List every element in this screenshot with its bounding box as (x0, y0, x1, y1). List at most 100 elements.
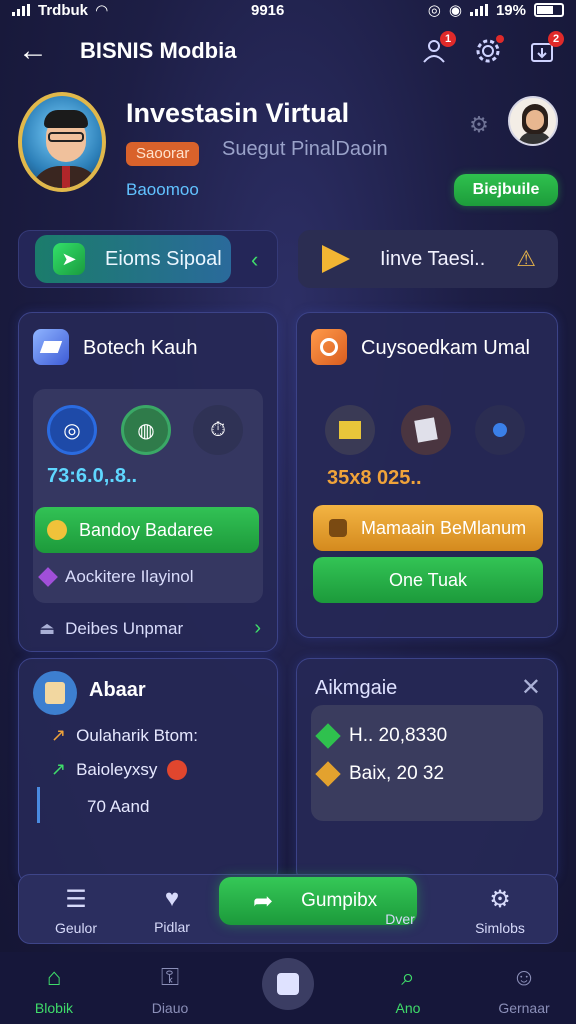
card-bottom-left: Abaar ↗ Oulaharik Btom: ↗ Baioleyxsy 70 … (18, 658, 278, 884)
tab-investasi[interactable]: Iinve Taesi.. ⚠ (298, 230, 558, 288)
action-item-2[interactable]: ♥ Pidlar (127, 885, 217, 935)
notification-badge: 1 (440, 31, 456, 47)
signal-icon (12, 4, 30, 16)
settings-dot (496, 35, 504, 43)
divider-bar (37, 787, 40, 823)
tab-active[interactable]: ➤ Eioms Sipoal (35, 235, 231, 283)
card-bottom-right-title: Aikmgaie (315, 677, 398, 699)
user-avatar[interactable] (508, 96, 558, 146)
alarm-icon: ◎ (427, 2, 441, 19)
stat-line-1-text: Oulaharik Btom: (76, 725, 198, 745)
search-icon: ⌕ (401, 964, 415, 991)
tab-home-label: Blobik (34, 1000, 74, 1016)
gem-icon (38, 567, 58, 587)
download-badge: 2 (548, 31, 564, 47)
row-2-text: Baix, 20 32 (349, 763, 445, 784)
action-item-5[interactable]: ⚙ Simlobs (455, 885, 545, 936)
shield-icon (329, 519, 347, 537)
status-time: 9916 (250, 1, 285, 19)
tab-home[interactable]: ⌂ Blobik (14, 964, 94, 1016)
tab-profile[interactable]: ☺ Gernaar (484, 964, 564, 1016)
chevron-left-icon[interactable]: ‹ (251, 247, 258, 273)
back-arrow-icon[interactable]: ← (18, 34, 58, 68)
tab-lock[interactable]: ⚿ Diauo (130, 964, 210, 1016)
tab-investasi-label: Iinve Taesi.. (380, 247, 486, 270)
trend-up-icon: ↗ (51, 725, 67, 745)
page-title: BISNIS Modbia (80, 38, 237, 63)
main-balance-button[interactable]: Mamaain BeMlanum (313, 505, 543, 551)
tab-left: ➤ Eioms Sipoal ‹ (18, 230, 278, 288)
coin-icon[interactable]: ◍ (121, 405, 171, 455)
profile-icon: ☺ (511, 964, 537, 991)
primary-action-label: Gumpibx (301, 890, 378, 911)
document-icon[interactable] (401, 405, 451, 455)
card-bottom-right-inner: H.. 20,8330 Baix, 20 32 (311, 705, 543, 821)
download-button[interactable]: 2 (526, 31, 564, 67)
action-item-4[interactable]: Dver (355, 911, 445, 927)
one-tuak-label: One Tuak (388, 569, 468, 590)
status-bar: Trdbuk ◠ 9916 ◎ ◉ 19% (0, 0, 576, 20)
target-icon[interactable]: ◎ (47, 405, 97, 455)
profile-section: Investasin Virtual Saoorar Suegut PinalD… (18, 92, 558, 206)
action-item-1[interactable]: ☰ Geulor (31, 885, 121, 936)
portfolio-icon (33, 329, 69, 365)
leaf-icon: ➤ (53, 243, 85, 275)
green-gem-icon (315, 723, 341, 749)
status-left: Trdbuk ◠ (12, 1, 108, 19)
action-item-5-label: Simlobs (475, 920, 525, 936)
profile-action-button[interactable]: Biejbuile (454, 174, 558, 206)
bottom-tab-bar: ⌂ Blobik ⚿ Diauo ⌕ Ano ☺ Gernaar (0, 952, 576, 1024)
alert-dot-icon (167, 759, 188, 780)
user-alert-button[interactable]: 1 (418, 31, 456, 67)
stat-line-1: ↗ Oulaharik Btom: (51, 725, 198, 746)
stat-line-2: ↗ Baioleyxsy (51, 759, 188, 780)
list-icon: ☰ (65, 886, 87, 913)
tab-lock-label: Diauo (151, 1000, 189, 1016)
card-left-footer-text: Deibes Unpmar (65, 618, 184, 638)
close-icon[interactable]: ✕ (521, 673, 541, 702)
warning-icon: ⚠ (516, 246, 536, 271)
timer-icon[interactable]: ⏱ (193, 405, 243, 455)
balance-button[interactable]: Bandoy Badaree (35, 507, 259, 553)
gear-small-icon: ⚙ (489, 886, 511, 913)
card-left-inner: ◎ ◍ ⏱ 73:6.0,.8.. Bandoy Badaree Aockite… (33, 389, 263, 603)
row-2: Baix, 20 32 (315, 761, 445, 787)
carrier-text: Trdbuk (38, 1, 89, 19)
card-bottom-right: Aikmgaie ✕ H.. 20,8330 Baix, 20 32 (296, 658, 558, 884)
card-right-value: 35x8 025.. (327, 467, 422, 489)
row-1: H.. 20,8330 (315, 723, 447, 749)
bottom-action-bar: ☰ Geulor ♥ Pidlar ➦ Gumpibx Dver ⚙ Simlo… (18, 874, 558, 944)
folder-icon[interactable] (325, 405, 375, 455)
stat-line-3: 70 Aand (87, 797, 150, 816)
scroll-icon (33, 671, 77, 715)
card-bottom-left-title: Abaar (89, 679, 146, 701)
center-tab-button[interactable] (262, 958, 314, 1010)
key-icon[interactable] (475, 405, 525, 455)
card-left-title: Botech Kauh (83, 337, 198, 359)
trend-up-green-icon: ↗ (51, 759, 67, 779)
card-left-note: Aockitere Ilayinol (38, 567, 194, 587)
arrow-icon: ➦ (253, 887, 274, 915)
card-left-footer[interactable]: ⏏ Deibes Unpmar › (39, 617, 261, 640)
home-icon: ⌂ (46, 964, 62, 991)
card-left-note-text: Aockitere Ilayinol (65, 567, 194, 586)
profile-name: Investasin Virtual (126, 98, 350, 128)
settings-button[interactable] (472, 35, 504, 67)
heart-icon: ♥ (164, 885, 180, 912)
cog-icon[interactable]: ⚙ (464, 110, 494, 140)
action-item-1-label: Geulor (54, 920, 98, 936)
stat-line-2-text: Baioleyxsy (76, 759, 158, 779)
profile-id[interactable]: Baoomoo (126, 180, 199, 200)
one-tuak-button[interactable]: One Tuak (313, 557, 543, 603)
tab-profile-label: Gernaar (498, 1000, 550, 1016)
top-app-bar: ← BISNIS Modbia 1 2 (0, 28, 576, 74)
card-right: Cuysoedkam Umal 35x8 025.. Mamaain BeMla… (296, 312, 558, 638)
chevron-right-icon: › (254, 617, 261, 639)
action-item-2-label: Pidlar (154, 919, 190, 935)
main-balance-label: Mamaain BeMlanum (361, 517, 527, 538)
avatar[interactable] (18, 92, 106, 192)
tab-active-label: Eioms Sipoal (105, 247, 222, 270)
tab-search-label: Ano (395, 1000, 421, 1016)
wifi-icon: ◠ (96, 2, 108, 19)
tab-search[interactable]: ⌕ Ano (368, 964, 448, 1016)
